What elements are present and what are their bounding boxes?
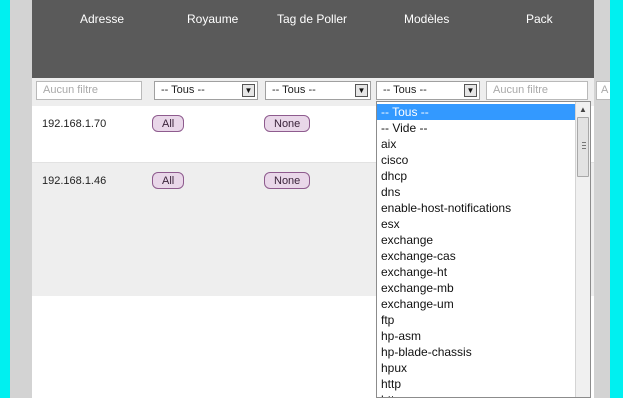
dropdown-option[interactable]: -- Tous -- [377,104,579,120]
right-gutter [594,0,610,398]
scrollbar-thumb[interactable] [577,117,589,177]
scroll-up-arrow-icon[interactable]: ▲ [578,105,588,115]
dropdown-option[interactable]: htt [377,392,579,397]
poller-tag-badge[interactable]: None [264,115,311,132]
dropdown-scrollbar[interactable]: ▲ [575,102,590,397]
dropdown-option[interactable]: hp-blade-chassis [377,344,579,360]
grip-line [582,148,586,149]
address-filter-input[interactable]: Aucun filtre [36,81,142,100]
templates-dropdown-list[interactable]: -- Tous -- -- Vide -- aix cisco dhcp dns… [376,101,591,398]
realm-filter-select[interactable]: -- Tous -- ▼ [154,81,258,100]
poller-tag-filter-value: -- Tous -- [272,84,316,96]
row-address: 192.168.1.46 [42,175,107,187]
dropdown-option[interactable]: enable-host-notifications [377,200,579,216]
left-gutter [10,0,32,398]
poller-tag-badge[interactable]: None [264,172,311,189]
dropdown-option[interactable]: exchange-um [377,296,579,312]
dropdown-option[interactable]: exchange-cas [377,248,579,264]
dropdown-option[interactable]: exchange-ht [377,264,579,280]
column-header-templates[interactable]: Modèles [404,12,449,26]
dropdown-option[interactable]: ftp [377,312,579,328]
row-address: 192.168.1.70 [42,118,107,130]
column-header-poller-tag[interactable]: Tag de Poller [277,12,347,26]
column-header-realm[interactable]: Royaume [187,12,238,26]
templates-filter-value: -- Tous -- [383,84,427,96]
next-column-filter-input[interactable]: A [596,81,610,100]
dropdown-option[interactable]: -- Vide -- [377,120,579,136]
dropdown-option[interactable]: cisco [377,152,579,168]
realm-badge[interactable]: All [152,172,185,189]
realm-badge[interactable]: All [152,115,185,132]
dropdown-option[interactable]: aix [377,136,579,152]
grip-line [582,142,586,143]
grip-line [582,145,586,146]
templates-filter-select[interactable]: -- Tous -- ▼ [376,81,480,100]
realm-filter-value: -- Tous -- [161,84,205,96]
poller-tag-filter-select[interactable]: -- Tous -- ▼ [265,81,371,100]
dropdown-option[interactable]: exchange-mb [377,280,579,296]
dropdown-option[interactable]: hpux [377,360,579,376]
dropdown-option[interactable]: esx [377,216,579,232]
column-header-pack[interactable]: Pack [526,12,553,26]
table-header: Adresse Royaume Tag de Poller Modèles Pa… [32,0,594,78]
chevron-down-icon[interactable]: ▼ [464,84,477,97]
dropdown-option[interactable]: dhcp [377,168,579,184]
chevron-down-icon[interactable]: ▼ [355,84,368,97]
pack-filter-input[interactable]: Aucun filtre [486,81,588,100]
chevron-down-icon[interactable]: ▼ [242,84,255,97]
column-header-address[interactable]: Adresse [80,12,124,26]
dropdown-option[interactable]: dns [377,184,579,200]
dropdown-option[interactable]: http [377,376,579,392]
dropdown-option[interactable]: hp-asm [377,328,579,344]
dropdown-option[interactable]: exchange [377,232,579,248]
